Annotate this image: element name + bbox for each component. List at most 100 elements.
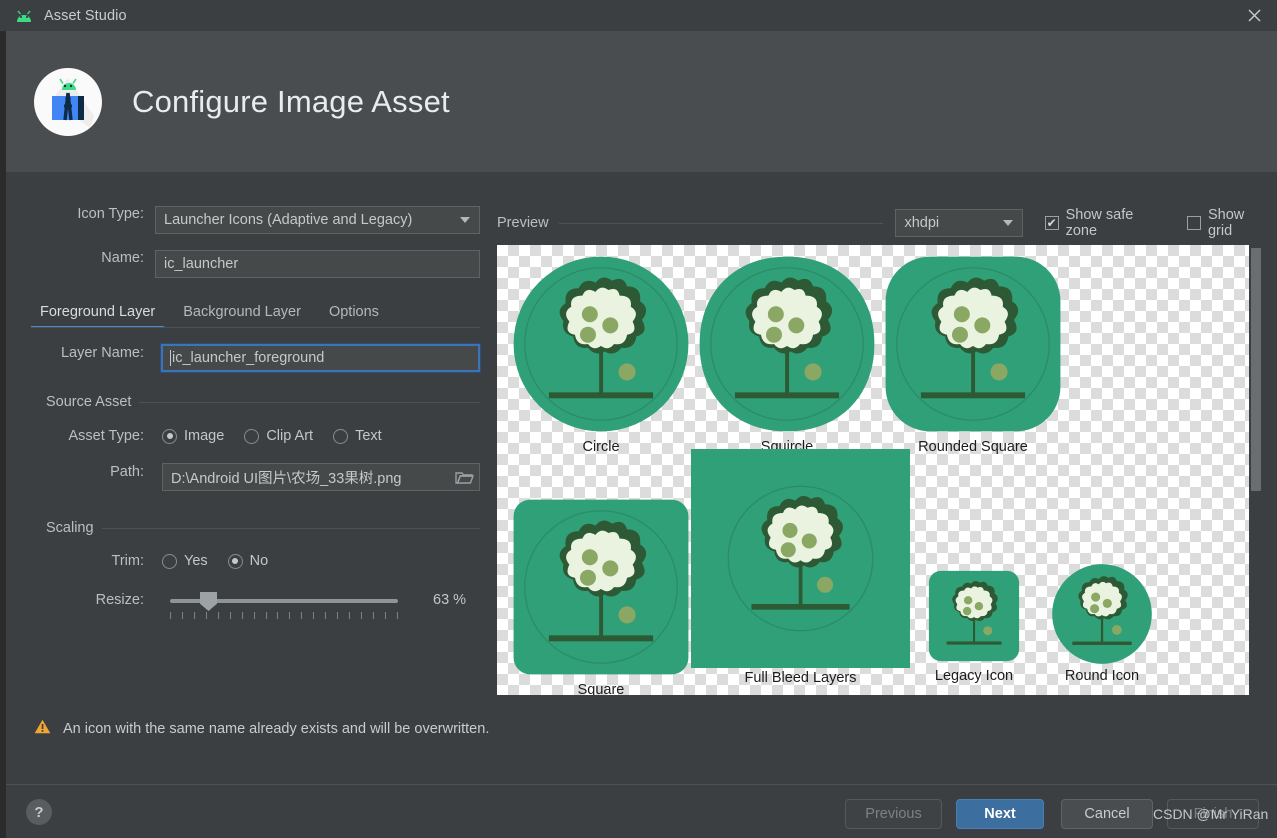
show-safe-zone-label: Show safe zone <box>1065 207 1134 239</box>
warning-message: An icon with the same name already exist… <box>34 719 489 739</box>
trim-no-label: No <box>249 553 269 569</box>
radio-dot-icon <box>162 553 177 569</box>
source-asset-label: Source Asset <box>46 394 132 410</box>
name-label: Name: <box>101 250 144 266</box>
radio-dot-icon <box>333 428 349 444</box>
help-label: ? <box>34 803 44 821</box>
preview-scrollbar[interactable] <box>1249 245 1263 695</box>
radio-dot-icon <box>162 428 177 444</box>
resize-slider[interactable] <box>170 590 398 620</box>
trim-yes-label: Yes <box>184 553 208 569</box>
asset-type-text-label: Text <box>355 428 382 444</box>
layer-name-row: Layer Name: <box>34 345 144 361</box>
android-studio-icon <box>32 66 104 138</box>
next-button[interactable]: Next <box>956 799 1044 829</box>
tab-background-layer[interactable]: Background Layer <box>174 304 310 328</box>
density-value: xhdpi <box>904 215 940 231</box>
dialog-body: Icon Type: Launcher Icons (Adaptive and … <box>6 172 1277 706</box>
layer-name-label: Layer Name: <box>60 345 144 361</box>
source-asset-group: Source Asset <box>46 394 480 410</box>
source-asset-divider <box>139 401 480 403</box>
folder-icon[interactable] <box>449 464 479 490</box>
layer-name-input[interactable]: ic_launcher_foreground <box>160 343 481 373</box>
preview-round-icon[interactable]: Round Icon <box>1049 561 1155 684</box>
previous-button[interactable]: Previous <box>845 799 942 829</box>
tab-foreground-layer-label: Foreground Layer <box>40 304 156 320</box>
checkbox-icon <box>1187 216 1201 230</box>
path-value: D:\Android UI图片\农场_33果树.png <box>171 470 402 487</box>
preview-circle[interactable]: Circle <box>508 251 694 455</box>
radio-dot-icon <box>244 428 260 444</box>
cancel-button-label: Cancel <box>1084 806 1130 822</box>
warning-text: An icon with the same name already exist… <box>63 721 490 737</box>
name-input[interactable]: ic_launcher <box>155 250 480 278</box>
close-icon[interactable] <box>1231 0 1277 31</box>
window-title: Asset Studio <box>44 7 127 24</box>
title-bar: Asset Studio <box>0 0 1277 31</box>
asset-type-clip-art-label: Clip Art <box>266 428 314 444</box>
tab-background-layer-label: Background Layer <box>183 304 301 320</box>
path-input[interactable]: D:\Android UI图片\农场_33果树.png <box>162 463 480 491</box>
resize-label: Resize: <box>95 592 144 608</box>
density-select[interactable]: xhdpi <box>895 209 1023 237</box>
preview-panel: Preview xhdpi Show safe zone Show grid <box>492 172 1277 706</box>
tabs-divider <box>31 327 480 328</box>
trim-row: Trim: <box>34 553 144 569</box>
icon-type-label: Icon Type: <box>77 206 144 222</box>
preview-canvas: Circle Squircle Rounded Square Square Fu… <box>497 245 1249 695</box>
preview-square[interactable]: Square <box>508 494 694 695</box>
preview-full-bleed-layers[interactable]: Full Bleed Layers <box>691 449 910 686</box>
scaling-group: Scaling <box>46 520 480 536</box>
asset-type-radio-group: Image Clip Art Text <box>162 428 382 444</box>
preview-square-label: Square <box>577 682 625 695</box>
path-label: Path: <box>110 464 144 480</box>
footer-bar: ? Previous Next Cancel Finish <box>6 785 1277 838</box>
chevron-down-icon <box>460 217 470 223</box>
layer-tabs: Foreground Layer Background Layer Option… <box>31 296 480 328</box>
icon-type-value: Launcher Icons (Adaptive and Legacy) <box>164 212 413 228</box>
next-button-label: Next <box>984 806 1016 822</box>
scrollbar-thumb[interactable] <box>1251 248 1261 491</box>
tab-options[interactable]: Options <box>320 304 388 328</box>
tab-options-label: Options <box>328 304 379 320</box>
previous-button-label: Previous <box>865 806 922 822</box>
preview-circle-label: Circle <box>582 439 620 455</box>
preview-header: Preview xhdpi Show safe zone Show grid <box>497 207 1272 239</box>
cancel-button[interactable]: Cancel <box>1061 799 1153 829</box>
help-icon[interactable]: ? <box>26 799 52 825</box>
trim-label: Trim: <box>111 553 144 569</box>
preview-squircle[interactable]: Squircle <box>694 251 880 455</box>
text-cursor <box>170 350 171 366</box>
asset-type-radio-text[interactable]: Text <box>333 428 382 444</box>
preview-legacy-icon-label: Legacy Icon <box>934 668 1014 684</box>
icon-type-select[interactable]: Launcher Icons (Adaptive and Legacy) <box>155 206 480 234</box>
slider-ticks <box>170 612 398 619</box>
preview-round-icon-label: Round Icon <box>1064 668 1140 684</box>
slider-thumb[interactable] <box>200 592 217 611</box>
preview-rounded-square[interactable]: Rounded Square <box>880 251 1066 455</box>
warning-triangle-icon <box>34 719 51 739</box>
preview-divider <box>558 222 884 224</box>
layer-name-value: ic_launcher_foreground <box>172 350 325 366</box>
tab-foreground-layer[interactable]: Foreground Layer <box>31 304 165 328</box>
scaling-divider <box>101 527 480 529</box>
asset-type-radio-image[interactable]: Image <box>162 428 224 444</box>
resize-row: Resize: <box>34 592 144 608</box>
trim-radio-yes[interactable]: Yes <box>162 553 208 569</box>
name-row: Name: <box>34 250 144 266</box>
icon-type-row: Icon Type: <box>34 206 144 222</box>
show-grid-checkbox[interactable]: Show grid <box>1187 207 1272 239</box>
radio-dot-icon <box>227 553 243 569</box>
preview-legacy-icon[interactable]: Legacy Icon <box>925 567 1023 684</box>
name-value: ic_launcher <box>164 256 239 272</box>
trim-radio-group: Yes No <box>162 553 268 569</box>
watermark: CSDN @Mr YiRan <box>1153 806 1269 822</box>
scaling-label: Scaling <box>46 520 94 536</box>
trim-radio-no[interactable]: No <box>227 553 269 569</box>
asset-type-label: Asset Type: <box>68 428 145 444</box>
show-safe-zone-checkbox[interactable]: Show safe zone <box>1044 207 1168 239</box>
asset-type-radio-clip-art[interactable]: Clip Art <box>244 428 313 444</box>
show-grid-label: Show grid <box>1207 207 1245 239</box>
asset-type-row: Asset Type: <box>34 428 145 444</box>
configuration-form: Icon Type: Launcher Icons (Adaptive and … <box>6 172 492 706</box>
